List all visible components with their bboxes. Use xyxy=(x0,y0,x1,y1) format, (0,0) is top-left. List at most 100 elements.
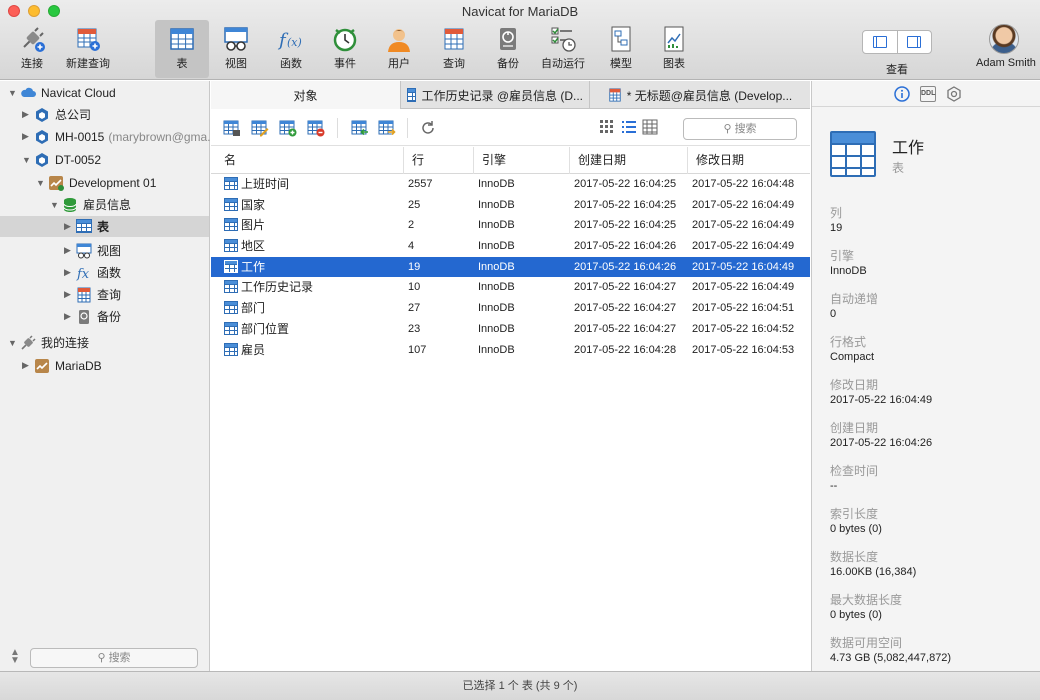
delete-table-button[interactable] xyxy=(307,119,325,137)
ddl-tab-button[interactable]: DDL xyxy=(920,86,936,102)
toggle-right-pane-button[interactable] xyxy=(896,31,932,53)
table-row[interactable]: 工作 19 InnoDB 2017-05-22 16:04:26 2017-05-22 … xyxy=(211,256,810,278)
project-icon xyxy=(34,107,50,123)
expand-arrow-icon[interactable]: ▶ xyxy=(64,289,76,300)
toolbar-function-button[interactable]: f (x) 函数 xyxy=(264,20,318,78)
tree-node-views[interactable]: ▶ 视图 xyxy=(64,240,121,261)
toolbar-table-button[interactable]: 表 xyxy=(155,20,209,78)
tree-node-queries[interactable]: ▶ 查询 xyxy=(64,284,121,305)
cell-created: 2017-05-22 16:04:25 xyxy=(574,178,677,190)
tree-node-label: 总公司 xyxy=(55,108,92,122)
tree-node-tables[interactable]: ▶ 表 xyxy=(0,216,209,237)
table-row[interactable]: 地区 4 InnoDB 2017-05-22 16:04:26 2017-05-22 1… xyxy=(211,236,810,257)
toolbar-label: 新建查询 xyxy=(66,58,110,70)
toolbar-model-button[interactable]: 模型 xyxy=(594,20,648,78)
table-row[interactable]: 图片 2 InnoDB 2017-05-22 16:04:25 2017-05-22 1… xyxy=(211,215,810,236)
table-icon xyxy=(224,342,238,356)
tab-objects[interactable]: 对象 xyxy=(211,81,401,109)
tree-node-project[interactable]: ▶ 总公司 xyxy=(22,104,91,125)
cell-engine: InnoDB xyxy=(478,219,515,232)
user-account-button[interactable]: Adam Smith xyxy=(976,20,1036,69)
column-header-rows[interactable]: 行 xyxy=(403,147,473,174)
list-view-button[interactable] xyxy=(621,119,639,137)
icons-view-button[interactable] xyxy=(599,119,617,137)
info-panel-tabs: DDL xyxy=(812,81,1040,107)
expand-arrow-icon[interactable]: ▼ xyxy=(8,338,20,348)
open-table-icon xyxy=(223,120,240,136)
tab-table-editor[interactable]: 工作历史记录 @雇员信息 (D... xyxy=(401,81,590,109)
expand-arrow-icon[interactable]: ▶ xyxy=(64,221,76,232)
app-window: Navicat for MariaDB 连接 新建查询 表 视图 f (x) 函… xyxy=(0,0,1040,700)
expand-arrow-icon[interactable]: ▼ xyxy=(22,155,34,165)
new-table-button[interactable] xyxy=(279,119,297,137)
property-value: 2017-05-22 16:04:49 xyxy=(830,394,933,406)
toolbar-event-button[interactable]: 事件 xyxy=(318,20,372,78)
table-icon xyxy=(224,239,238,253)
tree-node-project[interactable]: ▼ DT-0052 xyxy=(22,149,101,170)
expand-arrow-icon[interactable]: ▶ xyxy=(64,267,76,278)
toolbar-automation-button[interactable]: 自动运行 xyxy=(536,20,590,78)
tree-node-functions[interactable]: ▶ fx 函数 xyxy=(64,262,121,283)
expand-arrow-icon[interactable]: ▼ xyxy=(8,88,20,98)
tree-node-label: 视图 xyxy=(97,244,122,258)
tree-node-connection[interactable]: ▼ Development 01 xyxy=(36,172,156,193)
table-row[interactable]: 上班时间 2557 InnoDB 2017-05-22 16:04:25 2017-05… xyxy=(211,174,810,195)
search-icon: ⚲ xyxy=(723,123,735,135)
column-header-engine[interactable]: 引擎 xyxy=(473,147,569,174)
open-table-button[interactable] xyxy=(223,119,241,137)
object-search-input[interactable]: ⚲ 搜索 xyxy=(683,118,797,140)
column-header-modified[interactable]: 修改日期 xyxy=(687,147,810,174)
table-row[interactable]: 国家 25 InnoDB 2017-05-22 16:04:25 2017-05-22 … xyxy=(211,195,810,216)
tree-node-backups[interactable]: ▶ 备份 xyxy=(64,306,121,327)
property-key: 数据可用空间 xyxy=(830,636,903,650)
export-wizard-button[interactable] xyxy=(378,119,396,137)
cell-name: 部门 xyxy=(241,301,266,316)
toolbar-divider xyxy=(407,118,408,138)
property-key: 数据长度 xyxy=(830,550,879,564)
toolbar-view-button[interactable]: 视图 xyxy=(209,20,263,78)
expand-arrow-icon[interactable]: ▶ xyxy=(64,311,76,322)
model-icon xyxy=(607,25,635,53)
table-row[interactable]: 部门 27 InnoDB 2017-05-22 16:04:27 2017-05-22 … xyxy=(211,298,810,319)
table-row[interactable]: 部门位置 23 InnoDB 2017-05-22 16:04:27 2017-05-2… xyxy=(211,319,810,340)
toolbar-label: 自动运行 xyxy=(541,58,585,70)
tree-node-my-connections[interactable]: ▼ 我的连接 xyxy=(8,332,89,353)
expand-arrow-icon[interactable]: ▶ xyxy=(64,245,76,256)
cell-name: 雇员 xyxy=(241,342,266,357)
toolbar-chart-button[interactable]: 图表 xyxy=(647,20,701,78)
column-header-name[interactable]: 名 xyxy=(211,147,403,174)
expand-arrow-icon[interactable]: ▶ xyxy=(22,131,34,142)
sidebar-search-input[interactable]: ⚲ 搜索 xyxy=(30,648,198,668)
usage-tab-button[interactable] xyxy=(946,86,962,102)
toolbar-user-button[interactable]: 用户 xyxy=(372,20,426,78)
toggle-left-pane-button[interactable] xyxy=(863,31,897,53)
refresh-button[interactable] xyxy=(419,119,437,137)
cell-rows: 4 xyxy=(408,240,415,253)
expand-arrow-icon[interactable]: ▼ xyxy=(36,178,48,188)
detail-view-button[interactable] xyxy=(642,119,660,137)
sort-updown-icon[interactable]: ▲ ▼ xyxy=(10,648,20,666)
toolbar-query-button[interactable]: 查询 xyxy=(427,20,481,78)
import-wizard-button[interactable] xyxy=(351,119,369,137)
expand-arrow-icon[interactable]: ▶ xyxy=(22,109,34,120)
toolbar-connection-button[interactable]: 连接 xyxy=(5,20,59,78)
expand-arrow-icon[interactable]: ▶ xyxy=(22,360,34,371)
design-table-button[interactable] xyxy=(251,119,269,137)
column-header-created[interactable]: 创建日期 xyxy=(569,147,687,174)
property-value: 19 xyxy=(830,222,843,234)
toolbar-new-query-button[interactable]: 新建查询 xyxy=(61,20,115,78)
toolbar-backup-button[interactable]: 备份 xyxy=(481,20,535,78)
info-tab-button[interactable] xyxy=(894,86,910,102)
tab-query-editor[interactable]: * 无标题@雇员信息 (Develop... xyxy=(590,81,810,109)
table-row[interactable]: 雇员 107 InnoDB 2017-05-22 16:04:28 2017-05-22… xyxy=(211,340,810,361)
table-row[interactable]: 工作历史记录 10 InnoDB 2017-05-22 16:04:27 2017-05… xyxy=(211,277,810,298)
table-icon xyxy=(76,218,92,235)
cell-modified: 2017-05-22 16:04:49 xyxy=(692,240,795,253)
tree-node-database[interactable]: ▼ 雇员信息 xyxy=(50,194,131,215)
tree-node-project[interactable]: ▶ MH-0015 (marybrown@gma... xyxy=(22,126,217,147)
expand-arrow-icon[interactable]: ▼ xyxy=(50,200,62,210)
tree-node-connection[interactable]: ▶ MariaDB xyxy=(22,355,102,376)
toolbar-label: 图表 xyxy=(663,58,685,70)
cloud-icon xyxy=(20,85,36,101)
tree-node-navicat-cloud[interactable]: ▼ Navicat Cloud xyxy=(8,82,116,103)
